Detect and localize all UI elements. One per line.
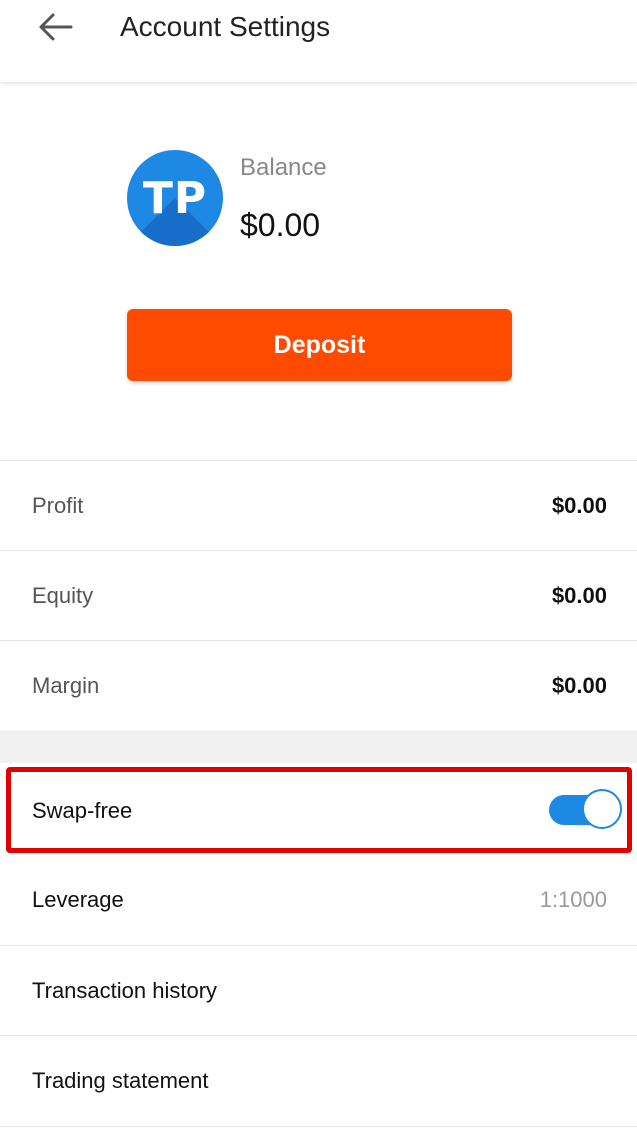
arrow-left-icon xyxy=(39,13,73,41)
swap-free-row[interactable]: Swap-free xyxy=(0,763,637,855)
settings-row-transaction-history[interactable]: Transaction history xyxy=(0,945,637,1035)
stat-value: $0.00 xyxy=(551,583,607,608)
settings-label: Trading statement xyxy=(32,1068,209,1093)
page-title: Account Settings xyxy=(120,11,331,42)
stat-value: $0.00 xyxy=(551,493,607,518)
settings-label: Transaction history xyxy=(32,978,218,1003)
back-button[interactable] xyxy=(30,6,80,48)
settings-value: 1:1000 xyxy=(539,887,607,912)
section-divider xyxy=(0,731,637,763)
stat-value: $0.00 xyxy=(551,673,607,698)
stat-label: Margin xyxy=(32,673,100,698)
deposit-button[interactable]: Deposit xyxy=(127,309,512,381)
stat-row-equity: Equity $0.00 xyxy=(0,550,637,640)
app-header: Account Settings xyxy=(0,0,637,82)
stat-label: Profit xyxy=(32,493,84,518)
settings-row-trading-statement[interactable]: Trading statement xyxy=(0,1035,637,1127)
settings-row-leverage[interactable]: Leverage 1:1000 xyxy=(0,855,637,945)
swap-free-label: Swap-free xyxy=(32,798,133,823)
stat-label: Equity xyxy=(32,583,94,608)
avatar: TP xyxy=(127,150,223,246)
settings-label: Leverage xyxy=(32,887,124,912)
toggle-knob xyxy=(582,789,622,829)
stat-row-margin: Margin $0.00 xyxy=(0,640,637,730)
account-settings-screen: Account Settings TP Balance $0.00 Deposi… xyxy=(0,0,637,1132)
balance-label: Balance xyxy=(240,154,327,181)
avatar-initials: TP xyxy=(142,172,208,224)
stat-row-profit: Profit $0.00 xyxy=(0,460,637,550)
swap-free-toggle[interactable] xyxy=(549,789,623,831)
balance-value: $0.00 xyxy=(240,207,321,243)
